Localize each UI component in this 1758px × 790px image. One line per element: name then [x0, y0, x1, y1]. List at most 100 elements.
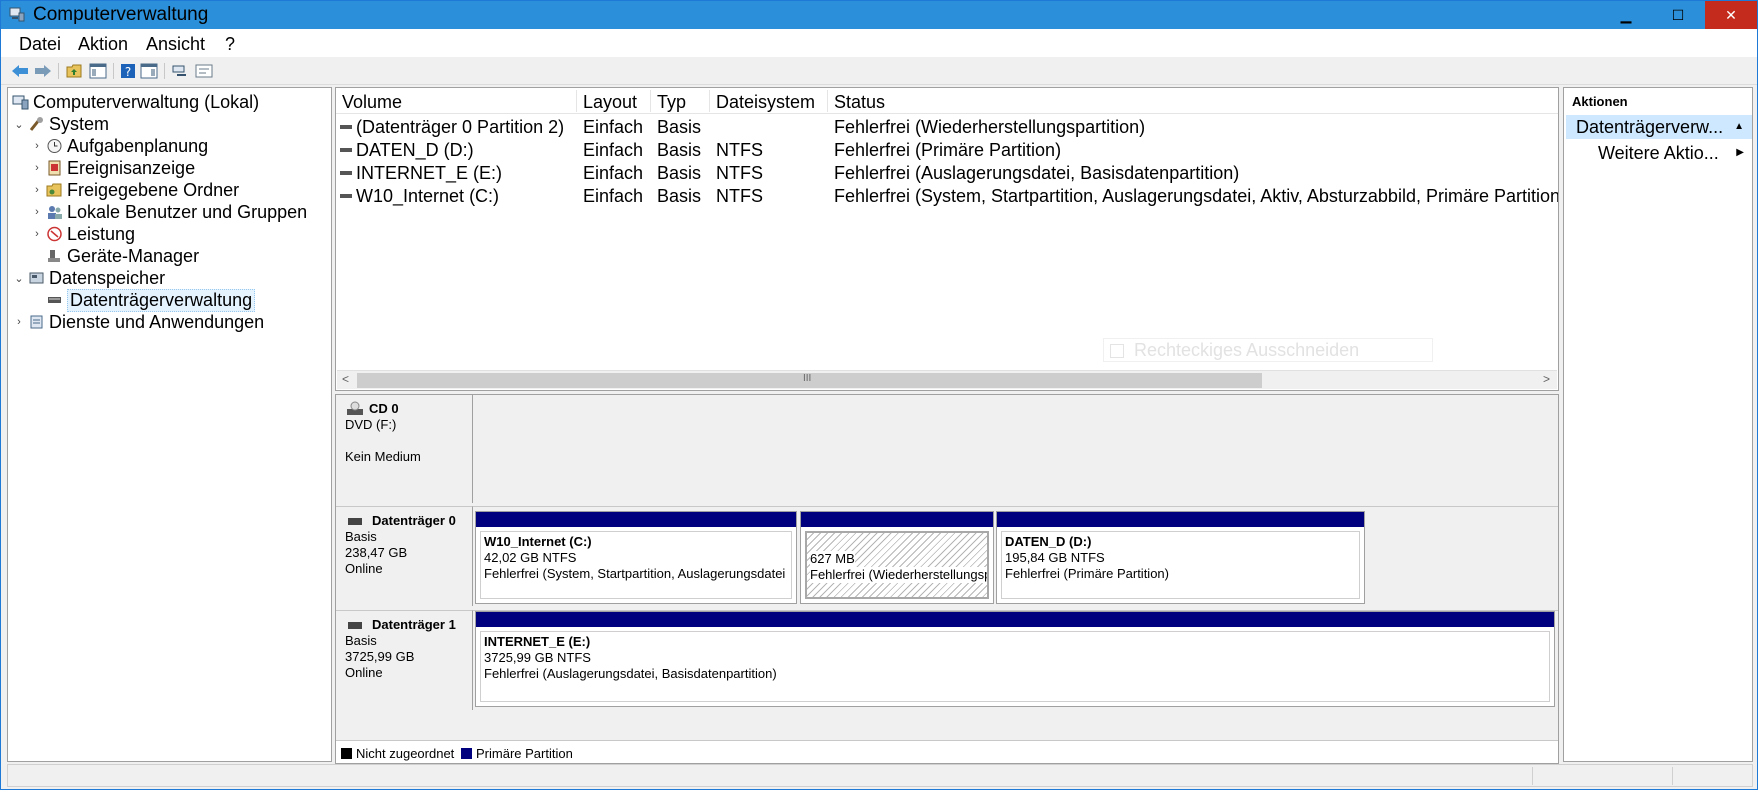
disk-type: DVD (F:) — [345, 417, 397, 432]
tree-item-lokale-benutzer[interactable]: › Lokale Benutzer und Gruppen — [30, 201, 307, 223]
table-row[interactable]: (Datenträger 0 Partition 2) Einfach Basi… — [336, 116, 1558, 139]
back-arrow-icon[interactable] — [11, 62, 29, 79]
maximize-button[interactable]: ☐ — [1653, 1, 1703, 29]
partition-size: 3725,99 GB NTFS — [484, 650, 591, 665]
column-dateisystem[interactable]: Dateisystem — [716, 92, 815, 113]
close-button[interactable]: ✕ — [1705, 1, 1757, 29]
disk-name: CD 0 — [345, 401, 472, 417]
column-divider — [650, 90, 651, 112]
tree-label: Computerverwaltung (Lokal) — [33, 91, 260, 112]
tree-root[interactable]: Computerverwaltung (Lokal) — [12, 91, 259, 113]
disk-label-disk1[interactable]: Datenträger 1 Basis 3725,99 GB Online — [336, 610, 473, 710]
legend-label: Primäre Partition — [476, 746, 573, 761]
column-typ[interactable]: Typ — [657, 92, 686, 113]
device-manager-icon — [48, 250, 60, 262]
tree-item-dienste[interactable]: › Dienste und Anwendungen — [12, 311, 264, 333]
tree-item-system[interactable]: ⌄ System — [12, 113, 109, 135]
menu-datei[interactable]: Datei — [19, 34, 61, 55]
forward-arrow-icon[interactable] — [34, 62, 52, 79]
column-volume[interactable]: Volume — [342, 92, 402, 113]
menu-help[interactable]: ? — [225, 34, 235, 55]
title-bar[interactable]: Computerverwaltung ▁ ☐ ✕ — [1, 1, 1757, 29]
chevron-down-icon[interactable]: ⌄ — [12, 272, 26, 285]
disk-label-disk0[interactable]: Datenträger 0 Basis 238,47 GB Online — [336, 506, 473, 606]
column-layout[interactable]: Layout — [583, 92, 637, 113]
tree-item-freigegebene-ordner[interactable]: › Freigegebene Ordner — [30, 179, 239, 201]
scrollbar-thumb[interactable]: III — [357, 373, 1262, 388]
tree-item-leistung[interactable]: › Leistung — [30, 223, 135, 245]
folder-up-icon[interactable] — [65, 62, 83, 79]
chevron-right-icon[interactable]: › — [12, 316, 26, 328]
menu-bar: Datei Aktion Ansicht ? — [1, 29, 1757, 57]
tree-item-datenspeicher[interactable]: ⌄ Datenspeicher — [12, 267, 165, 289]
tools-icon — [29, 117, 43, 131]
table-row[interactable]: INTERNET_E (E:) Einfach Basis NTFS Fehle… — [336, 162, 1558, 185]
tree-item-geraete-manager[interactable]: Geräte-Manager — [44, 245, 199, 267]
chevron-right-icon[interactable]: › — [30, 206, 44, 218]
disk-row-disk1: INTERNET_E (E:) 3725,99 GB NTFS Fehlerfr… — [473, 610, 1558, 710]
disk-row-disk0: W10_Internet (C:) 42,02 GB NTFS Fehlerfr… — [473, 506, 1558, 606]
partition-size: 627 MB — [810, 551, 855, 567]
console-tree-icon[interactable] — [89, 62, 107, 79]
action-group-disk-management[interactable]: Datenträgerverw... ▲ — [1566, 115, 1752, 139]
tree-item-datentraegerverwaltung[interactable]: Datenträgerverwaltung — [44, 288, 256, 312]
volume-list-header: Volume Layout Typ Dateisystem Status — [336, 88, 1558, 114]
partition-title: DATEN_D (D:) — [1005, 534, 1092, 549]
partition-d[interactable]: DATEN_D (D:) 195,84 GB NTFS Fehlerfrei (… — [996, 511, 1365, 604]
disk-size: 3725,99 GB — [345, 649, 415, 664]
column-status[interactable]: Status — [834, 92, 885, 113]
partition-status: Fehlerfrei (Primäre Partition) — [1005, 566, 1169, 581]
action-more-label: Weitere Aktio... — [1598, 143, 1719, 163]
cell-typ: Basis — [657, 117, 702, 137]
cell-status: Fehlerfrei (System, Startpartition, Ausl… — [834, 186, 1558, 206]
scroll-right-icon[interactable]: > — [1543, 372, 1550, 386]
computer-management-icon — [9, 7, 25, 22]
partition-body: INTERNET_E (E:) 3725,99 GB NTFS Fehlerfr… — [480, 631, 1550, 702]
action-more[interactable]: Weitere Aktio... ▶ — [1598, 141, 1752, 165]
tree-label: Datenträgerverwaltung — [67, 288, 256, 312]
tree-item-ereignisanzeige[interactable]: › Ereignisanzeige — [30, 157, 195, 179]
scroll-left-icon[interactable]: < — [342, 372, 349, 386]
snipping-overlay: Rechteckiges Ausschneiden — [1103, 338, 1433, 362]
partition-c[interactable]: W10_Internet (C:) 42,02 GB NTFS Fehlerfr… — [475, 511, 797, 604]
connect-icon[interactable] — [171, 62, 189, 79]
action-pane-icon[interactable] — [140, 62, 158, 79]
partition-recovery[interactable]: 627 MB Fehlerfrei (Wiederherstellungsp — [800, 511, 994, 604]
partition-status: Fehlerfrei (Wiederherstellungsp — [810, 567, 987, 583]
window-title: Computerverwaltung — [33, 4, 209, 25]
horizontal-scrollbar[interactable]: < III > — [337, 370, 1557, 389]
disk-type: Basis — [345, 633, 377, 648]
partition-size: 42,02 GB NTFS — [484, 550, 577, 565]
partition-bar — [476, 512, 796, 527]
disk-label-cd0[interactable]: CD 0 DVD (F:) Kein Medium — [336, 395, 473, 503]
tree-item-aufgabenplanung[interactable]: › Aufgabenplanung — [30, 135, 208, 157]
chevron-right-icon[interactable]: › — [30, 162, 44, 174]
chevron-right-icon[interactable]: › — [30, 184, 44, 196]
disk-name-text: CD 0 — [369, 401, 399, 416]
minimize-button[interactable]: ▁ — [1601, 1, 1651, 29]
volume-icon — [340, 171, 352, 175]
action-group-label: Datenträgerverw... — [1576, 117, 1724, 137]
chevron-right-icon[interactable]: › — [30, 140, 44, 152]
table-row[interactable]: DATEN_D (D:) Einfach Basis NTFS Fehlerfr… — [336, 139, 1558, 162]
cell-volume: DATEN_D (D:) — [356, 140, 474, 160]
cell-status: Fehlerfrei (Wiederherstellungspartition) — [834, 117, 1146, 137]
help-icon[interactable]: ? — [119, 62, 137, 79]
status-divider — [1532, 767, 1533, 785]
disk-state: Online — [345, 665, 383, 680]
collapse-up-icon[interactable]: ▲ — [1734, 115, 1744, 139]
computer-management-window: Computerverwaltung ▁ ☐ ✕ Datei Aktion An… — [0, 0, 1758, 790]
clock-icon — [47, 139, 62, 153]
properties-icon[interactable] — [195, 62, 213, 79]
partition-bar — [997, 512, 1364, 527]
cell-typ: Basis — [657, 140, 702, 160]
menu-aktion[interactable]: Aktion — [78, 34, 128, 55]
partition-status: Fehlerfrei (System, Startpartition, Ausl… — [484, 566, 786, 581]
menu-ansicht[interactable]: Ansicht — [146, 34, 205, 55]
chevron-right-icon[interactable]: › — [30, 228, 44, 240]
table-row[interactable]: W10_Internet (C:) Einfach Basis NTFS Feh… — [336, 185, 1558, 208]
chevron-down-icon[interactable]: ⌄ — [12, 118, 26, 131]
partition-e[interactable]: INTERNET_E (E:) 3725,99 GB NTFS Fehlerfr… — [475, 611, 1555, 707]
partition-body: DATEN_D (D:) 195,84 GB NTFS Fehlerfrei (… — [1001, 531, 1360, 599]
partition-title — [810, 535, 984, 551]
